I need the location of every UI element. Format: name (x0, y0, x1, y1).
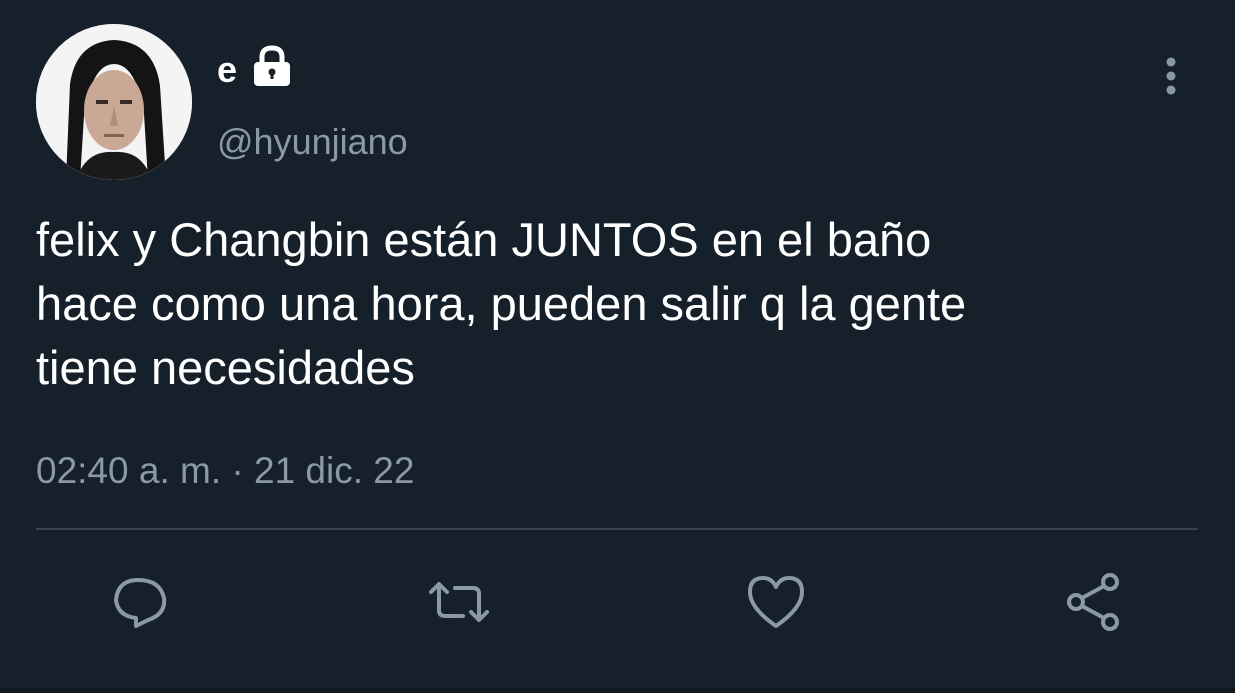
retweet-button[interactable] (427, 570, 491, 634)
display-name[interactable]: e (217, 50, 237, 90)
avatar[interactable] (36, 24, 192, 180)
retweet-icon (429, 582, 489, 622)
divider (36, 528, 1198, 530)
comment-icon (114, 578, 167, 628)
lock-icon (254, 45, 290, 86)
user-handle[interactable]: @hyunjiano (217, 120, 408, 164)
reply-button[interactable] (108, 570, 172, 634)
bottom-divider (0, 688, 1235, 693)
tweet-text: felix y Changbin están JUNTOS en el baño… (36, 213, 967, 394)
tweet-timestamp[interactable]: 02:40 a. m. · 21 dic. 22 (36, 449, 414, 493)
share-button[interactable] (1062, 570, 1126, 634)
like-button[interactable] (744, 570, 808, 634)
heart-icon (748, 576, 804, 628)
more-options-icon[interactable] (1156, 56, 1186, 96)
share-icon (1067, 573, 1119, 631)
tweet-card: e @hyunjiano felix y Changbin están JUNT… (0, 0, 1235, 693)
avatar-image (36, 24, 192, 180)
